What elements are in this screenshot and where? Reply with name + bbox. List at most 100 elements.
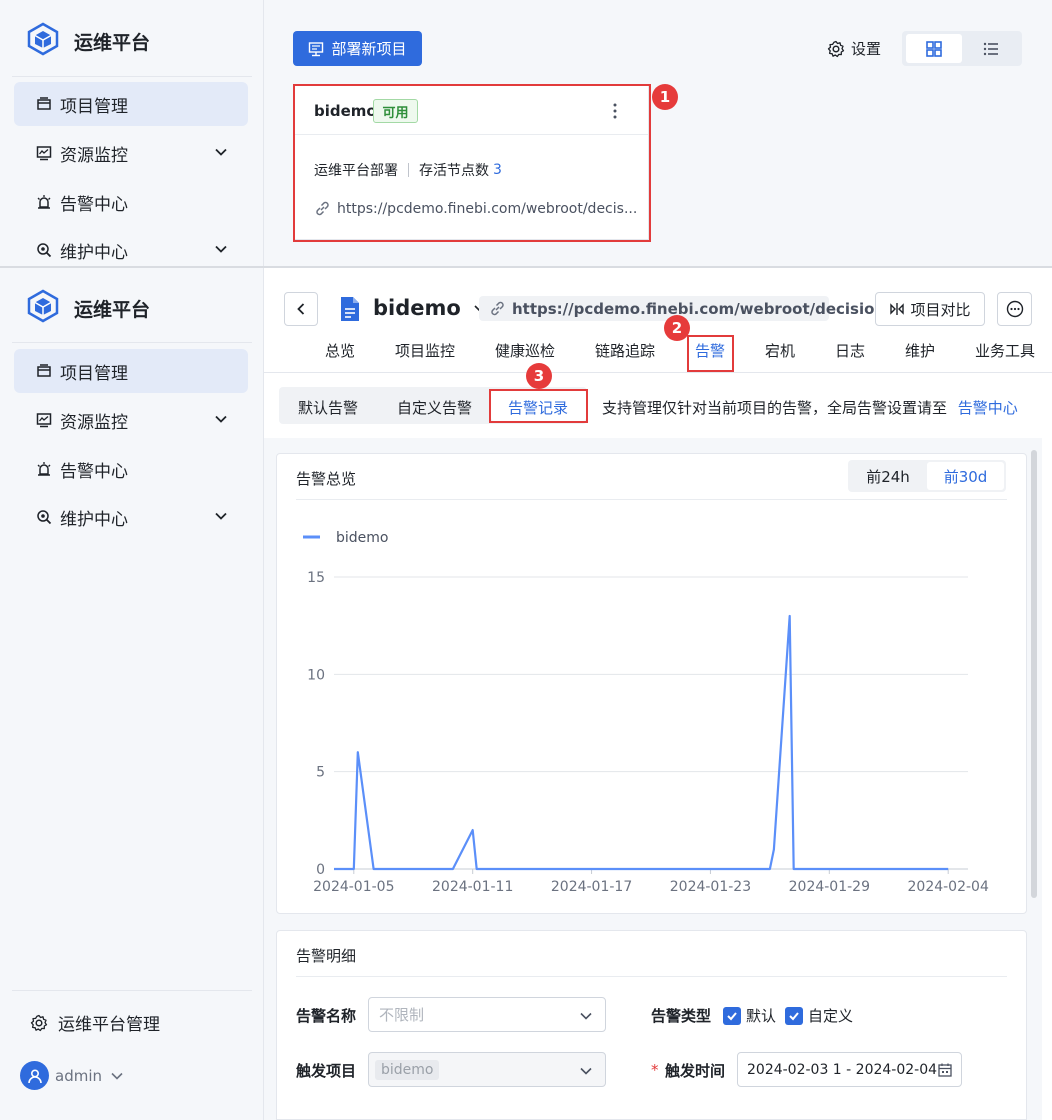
alarm-line-chart: bidemo 0 5 10 15 2024-01-05 2024-01-11 2024-0… [303,530,989,895]
check-icon [785,1006,803,1025]
settings-label: 设置 [851,40,882,58]
platform-admin-link[interactable]: 运维平台管理 [30,1010,160,1035]
chevron-down-icon [214,144,228,164]
trigger-time-label: 触发时间 [665,1062,726,1080]
chevron-down-icon [579,1064,593,1078]
trigger-project-label: 触发项目 [296,1062,357,1080]
tab-overview[interactable]: 总览 [325,340,355,361]
project-icon [34,361,54,381]
more-options-icon[interactable] [608,102,622,120]
project-url-chip[interactable]: https://pcdemo.finebi.com/webroot/decisi… [479,296,885,321]
trigger-project-select[interactable]: bidemo [368,1052,606,1087]
sidebar-item-alarm-center[interactable]: 告警中心 [14,180,248,224]
separator [408,163,409,177]
document-icon [339,296,361,322]
alarm-notice: 支持管理仅针对当前项目的告警，全局告警设置请至 告警中心 [602,397,1018,418]
project-card-name: bidemo [314,102,377,120]
sidebar-item-alarm-center[interactable]: 告警中心 [14,447,248,491]
alarm-icon [34,192,54,212]
user-menu[interactable]: admin [20,1061,124,1090]
series-line-bidemo [334,614,949,871]
legend-label: bidemo [336,530,388,546]
avatar [20,1061,49,1090]
sidebar-item-label: 告警中心 [60,461,128,482]
card-desc: 运维平台部署 [314,163,398,179]
scrollbar-thumb[interactable] [1031,450,1037,898]
platform-admin-label: 运维平台管理 [58,1015,160,1035]
project-icon [34,94,54,114]
trigger-time-range-picker[interactable]: 2024-02-03 1 - 2024-02-04 1 [737,1052,962,1087]
type-default-label: 默认 [746,1007,777,1025]
tab-business-tools[interactable]: 业务工具 [975,340,1035,361]
tab-logs[interactable]: 日志 [835,340,865,361]
chevron-down-icon [214,241,228,261]
x-tick-label: 2024-01-29 [789,879,870,895]
subtab-default-alarm[interactable]: 默认告警 [298,397,358,418]
sidebar-item-label: 资源监控 [60,412,128,433]
nodes-label: 存活节点数 [419,163,489,179]
tab-tracing[interactable]: 链路追踪 [595,340,655,361]
deploy-icon [308,41,324,57]
overview-divider [296,499,1007,500]
settings-button[interactable]: 设置 [827,38,881,59]
annotation-badge-3: 3 [526,363,552,389]
tab-downtime[interactable]: 宕机 [765,340,795,361]
sidebar-divider [12,342,252,343]
gear-icon [827,40,845,58]
deploy-project-button[interactable]: 部署新项目 [293,31,422,66]
tab-health-check[interactable]: 健康巡检 [495,340,555,361]
sidebar-item-project-management[interactable]: 项目管理 [14,82,248,126]
tab-maintenance[interactable]: 维护 [905,340,935,361]
type-custom-label: 自定义 [808,1007,854,1025]
type-custom-checkbox[interactable]: 自定义 [785,1005,853,1026]
sidebar-item-label: 资源监控 [60,145,128,166]
sidebar-item-label: 告警中心 [60,194,128,215]
type-default-checkbox[interactable]: 默认 [723,1005,776,1026]
alarm-center-link[interactable]: 告警中心 [958,399,1018,417]
monitor-icon [34,143,54,163]
link-icon [489,300,506,317]
back-button[interactable] [284,292,318,326]
more-button[interactable] [997,292,1032,326]
grid-view-button[interactable] [906,34,962,63]
list-view-button[interactable] [964,34,1018,63]
more-icon [1006,300,1024,318]
range-24h-button[interactable]: 前24h [850,462,926,490]
trigger-time-value: 2024-02-03 1 - 2024-02-04 1 [747,1061,951,1078]
sidebar-item-maintenance-center[interactable]: 维护中心 [14,495,248,539]
alarm-name-label: 告警名称 [296,1007,357,1025]
overview-title: 告警总览 [296,470,357,488]
project-selector[interactable]: bidemo [373,296,485,320]
username: admin [55,1066,102,1085]
compare-label: 项目对比 [910,300,971,319]
brand-title: 运维平台 [74,32,151,54]
alarm-name-placeholder: 不限制 [379,1006,425,1024]
range-30d-button[interactable]: 前30d [927,462,1004,490]
card-url-row[interactable]: https://pcdemo.finebi.com/webroot/decis.… [314,200,637,217]
calendar-icon [937,1062,953,1078]
sidebar-item-resource-monitor[interactable]: 资源监控 [14,398,248,442]
details-title: 告警明细 [296,947,357,965]
highlight-box-3 [489,389,588,423]
details-divider [296,976,1007,977]
sidebar-item-label: 项目管理 [60,363,128,384]
project-tag: bidemo [375,1059,440,1080]
maintenance-icon [34,240,54,260]
alarm-name-select[interactable]: 不限制 [368,997,606,1032]
compare-button[interactable]: 项目对比 [875,292,985,326]
y-tick-label: 10 [307,667,325,683]
sidebar-item-resource-monitor[interactable]: 资源监控 [14,131,248,175]
sidebar-item-label: 项目管理 [60,96,128,117]
check-icon [723,1006,741,1025]
sidebar-divider [12,990,252,991]
sidebar-item-project-management[interactable]: 项目管理 [14,349,248,393]
tab-project-monitor[interactable]: 项目监控 [395,340,455,361]
nodes-value: 3 [493,162,502,178]
y-tick-label: 0 [316,862,325,878]
sidebar-divider [12,76,252,77]
subtab-custom-alarm[interactable]: 自定义告警 [397,397,472,418]
alarm-icon [34,459,54,479]
card-divider [295,134,648,135]
chevron-down-icon [579,1009,593,1023]
deploy-button-label: 部署新项目 [331,40,407,58]
